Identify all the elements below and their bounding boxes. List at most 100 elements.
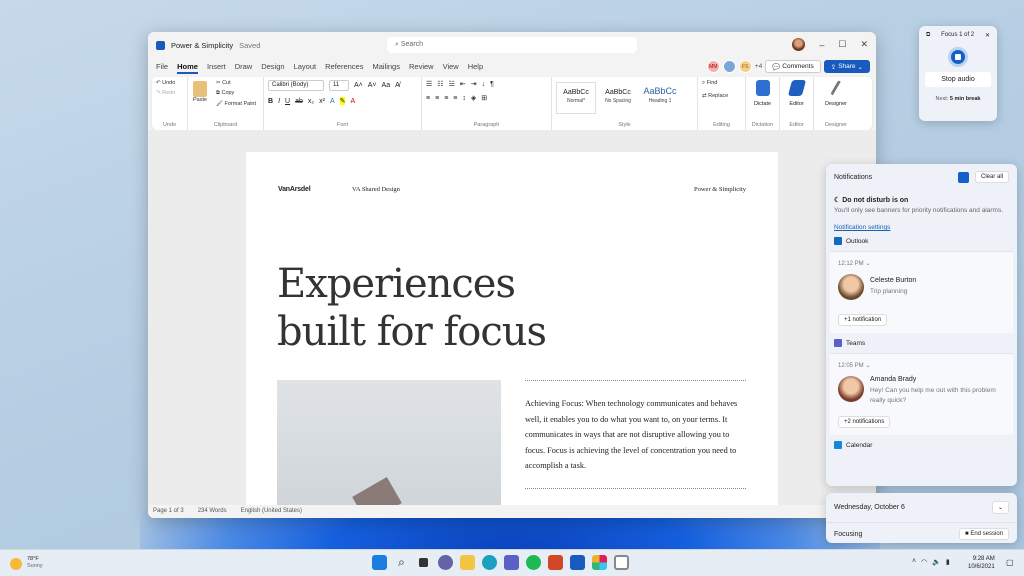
tab-layout[interactable]: Layout — [294, 62, 317, 74]
expand-chevron-icon[interactable]: ⌄ — [991, 501, 1009, 514]
close-icon[interactable]: ✕ — [860, 39, 868, 50]
minimize-icon[interactable]: – — [819, 40, 824, 50]
dictate-button[interactable]: Dictate Dictation — [746, 77, 780, 130]
copy-button[interactable]: ⧉ Copy — [216, 90, 256, 97]
maximize-icon[interactable]: ☐ — [838, 39, 846, 50]
more-notifications-button[interactable]: +1 notification — [838, 314, 888, 326]
start-icon[interactable] — [372, 555, 387, 570]
page-count[interactable]: Page 1 of 3 — [153, 508, 184, 515]
teams-icon[interactable] — [504, 555, 519, 570]
paste-button[interactable]: Paste — [193, 81, 207, 103]
tab-draw[interactable]: Draw — [235, 62, 253, 74]
font-color-icon[interactable]: A — [350, 98, 355, 105]
find-button[interactable]: ⌕ Find — [702, 80, 741, 87]
justify-icon[interactable]: ≡ — [453, 95, 457, 102]
file-explorer-icon[interactable] — [460, 555, 475, 570]
chat-icon[interactable] — [438, 555, 453, 570]
style-heading-1[interactable]: AaBbCc Heading 1 — [640, 82, 680, 114]
superscript-icon[interactable]: x² — [319, 98, 325, 105]
italic-icon[interactable]: I — [278, 98, 280, 105]
undo-button[interactable]: ↶ Undo — [156, 80, 183, 86]
battery-icon[interactable]: ▮ — [946, 558, 950, 566]
subscript-icon[interactable]: x₂ — [308, 98, 314, 105]
stop-icon[interactable] — [948, 47, 968, 67]
align-left-icon[interactable]: ≡ — [426, 95, 430, 102]
chevron-up-icon[interactable]: ˄ — [912, 558, 916, 566]
bold-icon[interactable]: B — [268, 98, 273, 105]
style-no-spacing[interactable]: AaBbCc No Spacing — [598, 83, 638, 115]
end-session-button[interactable]: ■ End session — [959, 528, 1009, 540]
notification-card[interactable]: 12:05 PM ⌄ Amanda Brady Hey! Can you hel… — [830, 353, 1013, 435]
tab-design[interactable]: Design — [261, 62, 284, 74]
volume-icon[interactable]: 🔈 — [932, 558, 941, 566]
sort-icon[interactable]: ↓ — [482, 81, 486, 88]
popout-icon[interactable]: ⧉ — [926, 32, 930, 39]
language[interactable]: English (United States) — [241, 508, 302, 515]
clock[interactable]: 9:28 AM 10/6/2021 — [968, 555, 995, 571]
align-right-icon[interactable]: ≡ — [444, 95, 448, 102]
clear-format-icon[interactable]: A̸ — [395, 82, 400, 89]
weather-widget[interactable]: 78°F Sunny — [10, 556, 43, 570]
font-size-select[interactable]: 11 — [329, 80, 349, 91]
notification-icon[interactable]: ▢ — [1006, 558, 1014, 567]
slack-icon[interactable] — [592, 555, 607, 570]
bullets-icon[interactable]: ☰ — [426, 80, 432, 88]
grow-font-icon[interactable]: A˄ — [354, 82, 363, 89]
clock-icon[interactable] — [614, 555, 629, 570]
shading-icon[interactable]: ◈ — [471, 94, 476, 102]
collaborator-avatar[interactable]: MM — [706, 60, 720, 73]
save-state[interactable]: Saved — [239, 41, 260, 50]
tab-insert[interactable]: Insert — [207, 62, 226, 74]
font-name-select[interactable]: Calibri (Body) — [268, 80, 324, 91]
system-tray[interactable]: ˄ ◠ 🔈 ▮ — [912, 558, 950, 566]
search-icon[interactable]: ⌕ — [394, 555, 409, 570]
numbering-icon[interactable]: ☷ — [437, 80, 443, 88]
editor-button[interactable]: Editor Editor — [780, 77, 814, 130]
notification-settings-link[interactable]: Notification settings — [834, 224, 1009, 231]
powerpoint-icon[interactable] — [548, 555, 563, 570]
focus-assist-icon[interactable] — [957, 171, 969, 183]
share-button[interactable]: ⇪ Share ⌄ — [823, 60, 870, 73]
spotify-icon[interactable] — [526, 555, 541, 570]
increase-indent-icon[interactable]: ⇥ — [471, 80, 477, 88]
decrease-indent-icon[interactable]: ⇤ — [460, 80, 466, 88]
borders-icon[interactable]: ⊞ — [481, 94, 487, 102]
clear-all-button[interactable]: Clear all — [974, 171, 1009, 183]
more-collaborators[interactable]: +4 — [755, 63, 762, 70]
align-center-icon[interactable]: ≡ — [435, 95, 439, 102]
document-page[interactable]: VanArsdel VA Shared Design Power & Simpl… — [246, 152, 778, 518]
tab-help[interactable]: Help — [468, 62, 483, 74]
tab-references[interactable]: References — [325, 62, 363, 74]
strikethrough-icon[interactable]: ab — [295, 98, 303, 105]
notification-card[interactable]: 12:12 PM ⌄ Celeste Burton Trip planning … — [830, 251, 1013, 333]
text-effects-icon[interactable]: A — [330, 98, 335, 105]
line-spacing-icon[interactable]: ↕ — [462, 95, 466, 102]
highlight-icon[interactable]: ✎ — [339, 97, 346, 105]
style-normal[interactable]: AaBbCc Normal* — [556, 82, 596, 114]
replace-button[interactable]: ⇄ Replace — [702, 93, 741, 99]
edge-icon[interactable] — [482, 555, 497, 570]
cut-button[interactable]: ✂ Cut — [216, 80, 256, 86]
search-input[interactable]: ⌕ Search — [387, 37, 637, 53]
tab-home[interactable]: Home — [177, 62, 198, 74]
tab-mailings[interactable]: Mailings — [372, 62, 400, 74]
tab-review[interactable]: Review — [409, 62, 434, 74]
tab-file[interactable]: File — [156, 62, 168, 74]
word-icon[interactable] — [570, 555, 585, 570]
designer-button[interactable]: Designer Designer — [814, 77, 858, 130]
stop-audio-button[interactable]: Stop audio — [925, 72, 991, 87]
tab-view[interactable]: View — [443, 62, 459, 74]
shrink-font-icon[interactable]: A˅ — [368, 82, 377, 89]
user-avatar[interactable] — [792, 38, 806, 51]
redo-button[interactable]: ↷ Redo — [156, 90, 183, 96]
word-count[interactable]: 234 Words — [198, 508, 227, 515]
pilcrow-icon[interactable]: ¶ — [490, 81, 494, 88]
collaborator-avatar[interactable]: FS — [738, 60, 752, 73]
underline-icon[interactable]: U — [285, 98, 290, 105]
close-icon[interactable]: ✕ — [985, 32, 990, 39]
multilevel-icon[interactable]: ☱ — [449, 80, 455, 88]
wifi-icon[interactable]: ◠ — [921, 558, 927, 566]
collaborator-avatar[interactable] — [722, 60, 736, 73]
document-title[interactable]: Power & Simplicity — [171, 41, 233, 50]
format-paint-button[interactable]: 🖌 Format Paint — [216, 101, 256, 107]
